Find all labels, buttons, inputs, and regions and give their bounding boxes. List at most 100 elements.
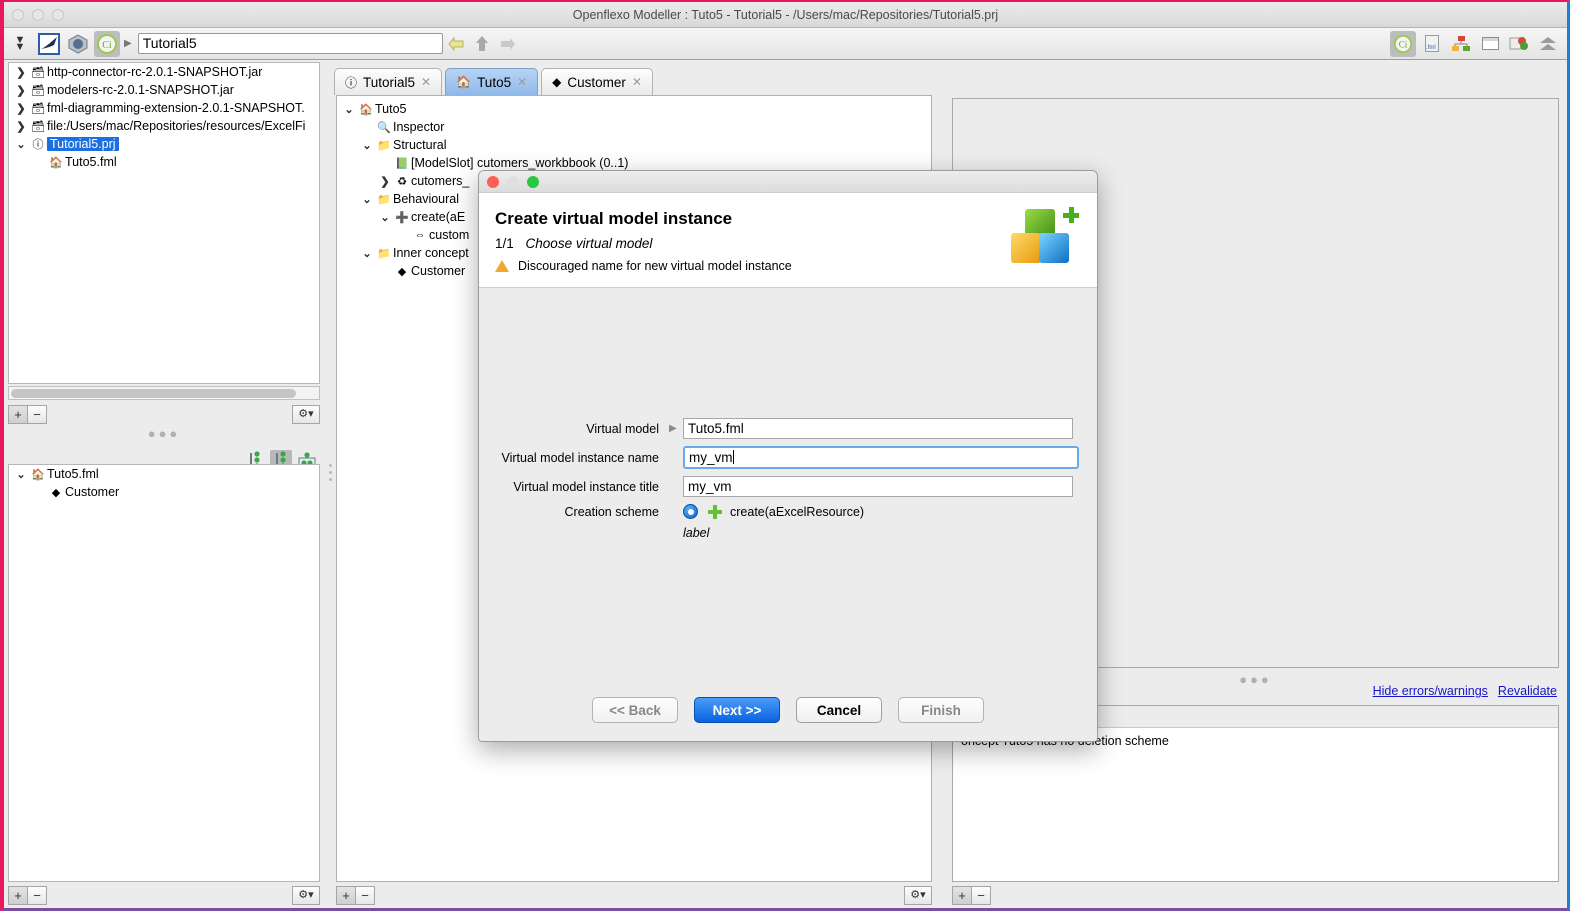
tree-item-icon: 📁 [377, 193, 391, 206]
tab-close-icon[interactable]: ✕ [421, 75, 431, 89]
creation-scheme-radio[interactable] [683, 504, 698, 519]
twisty-collapsed-icon[interactable]: ❯ [377, 175, 393, 188]
tree-item-icon: 🗃 [31, 66, 45, 79]
forward-arrow-icon[interactable] [495, 31, 521, 57]
dialog-header: Create virtual model instance 1/1 Choose… [479, 193, 1097, 288]
twisty-collapsed-icon[interactable]: ❯ [13, 102, 29, 115]
twisty-expanded-icon[interactable]: ⌄ [341, 103, 357, 116]
twisty-expanded-icon[interactable]: ⌄ [359, 193, 375, 206]
cube-yellow [1011, 233, 1041, 263]
creation-scheme-row: Creation scheme create(aExcelResource) [479, 504, 1097, 519]
cube-perspective-icon[interactable] [65, 31, 91, 57]
tree-item-label: Tutorial5.prj [47, 137, 119, 151]
remove-concept-button[interactable]: − [27, 885, 47, 905]
tree-row[interactable]: ⌄ 📁 Structural [337, 136, 931, 154]
concept-options-gear-button[interactable]: ⚙▾ [292, 885, 320, 905]
back-button[interactable]: << Back [592, 697, 678, 723]
add-error-filter-button[interactable]: + [952, 885, 972, 905]
tree-row[interactable]: ⌄ ⓘ Tutorial5.prj [9, 135, 319, 153]
fml-file-icon[interactable] [1419, 31, 1445, 57]
window-title: Openflexo Modeller : Tuto5 - Tutorial5 -… [572, 8, 999, 22]
tree-row[interactable]: ⌄ 🏠 Tuto5 [337, 100, 931, 118]
tree-item-icon: 🔍 [377, 121, 391, 134]
twisty-collapsed-icon[interactable]: ❯ [13, 66, 29, 79]
left-center-splitter[interactable] [326, 442, 334, 502]
scroll-thumb[interactable] [11, 389, 296, 398]
close-window-button[interactable] [12, 9, 24, 21]
tree-item-label: Tuto5.fml [65, 155, 117, 169]
chevrons-down-icon[interactable]: ▼ ▼ [7, 31, 33, 57]
tree-row[interactable]: 🏠 Tuto5.fml [9, 153, 319, 171]
tree-row[interactable]: ❯ 🗃 modelers-rc-2.0.1-SNAPSHOT.jar [9, 81, 319, 99]
tree-row[interactable]: ❯ 🗃 http-connector-rc-2.0.1-SNAPSHOT.jar [9, 63, 319, 81]
path-input[interactable]: Tutorial5 [137, 33, 443, 54]
resource-tree-hscrollbar[interactable] [8, 386, 320, 400]
back-arrow-icon[interactable] [443, 31, 469, 57]
twisty-expanded-icon[interactable]: ⌄ [13, 468, 29, 481]
tree-item-label: Inner concept [393, 246, 469, 260]
maximize-window-button[interactable] [52, 9, 64, 21]
tree-item-icon: ◆ [397, 265, 407, 278]
tab-customer[interactable]: ◆ Customer ✕ [541, 68, 653, 95]
resource-options-gear-button[interactable]: ⚙▾ [292, 404, 320, 424]
tree-item-icon: 📁 [377, 247, 391, 260]
tree-item-icon: 📗 [395, 157, 409, 170]
add-resource-button[interactable]: + [8, 404, 28, 424]
collapse-icon[interactable] [1535, 31, 1561, 57]
center-options-gear-button[interactable]: ⚙▾ [904, 885, 932, 905]
tree-item-label: cutomers_ [411, 174, 470, 188]
next-button[interactable]: Next >> [694, 697, 780, 723]
creation-scheme-label: Creation scheme [564, 504, 660, 519]
resource-tree[interactable]: ❯ 🗃 http-connector-rc-2.0.1-SNAPSHOT.jar ❯ 🗃… [8, 62, 320, 384]
main-toolbar: ▼ ▼ Ci ▶ Tutorial5 Ci .fml [4, 28, 1567, 60]
twisty-expanded-icon[interactable]: ⌄ [359, 139, 375, 152]
remove-element-button[interactable]: − [355, 885, 375, 905]
cancel-button[interactable]: Cancel [796, 697, 882, 723]
openflexo-logo-icon[interactable] [36, 31, 62, 57]
twisty-collapsed-icon[interactable]: ❯ [13, 120, 29, 133]
expand-triangle-icon[interactable]: ▶ [669, 423, 683, 434]
twisty-expanded-icon[interactable]: ⌄ [13, 138, 29, 151]
tree-row[interactable]: ❯ 🗃 fml-diagramming-extension-2.0.1-SNAPSH… [9, 99, 319, 117]
minimize-window-button[interactable] [32, 9, 44, 21]
horizontal-splitter-grip[interactable]: ●●● [4, 426, 324, 441]
remove-resource-button[interactable]: − [27, 404, 47, 424]
finish-button[interactable]: Finish [898, 697, 984, 723]
ci-module-icon[interactable]: Ci [1390, 30, 1416, 57]
window-icon[interactable] [1477, 31, 1503, 57]
remove-error-filter-button[interactable]: − [971, 885, 991, 905]
revalidate-link[interactable]: Revalidate [1498, 684, 1557, 698]
tree-row[interactable]: ⌄ 🏠 Tuto5.fml [9, 465, 319, 483]
tab-close-icon[interactable]: ✕ [632, 75, 642, 89]
tab-tuto5[interactable]: 🏠 Tuto5 ✕ [445, 68, 539, 95]
field-input-virtual-model-instance-name[interactable]: my_vm [683, 446, 1079, 469]
tree-item-label: Tuto5.fml [47, 467, 99, 481]
tree-row[interactable]: ❯ 🗃 file:/Users/mac/Repositories/resources… [9, 117, 319, 135]
hide-errors-link[interactable]: Hide errors/warnings [1373, 684, 1488, 698]
diagram-icon[interactable] [1448, 31, 1474, 57]
add-concept-button[interactable]: + [8, 885, 28, 905]
dialog-minimize-button[interactable] [507, 176, 519, 188]
concept-tree[interactable]: ⌄ 🏠 Tuto5.fml ◆ Customer [8, 464, 320, 882]
tab-tutorial5[interactable]: ⓘ Tutorial5 ✕ [334, 68, 443, 95]
tree-item-label: http-connector-rc-2.0.1-SNAPSHOT.jar [47, 65, 263, 79]
twisty-expanded-icon[interactable]: ⌄ [377, 211, 393, 224]
ci-module-icon[interactable]: Ci [94, 30, 120, 57]
dialog-maximize-button[interactable] [527, 176, 539, 188]
flexo-concept-icon: ◆ [552, 75, 562, 89]
twisty-collapsed-icon[interactable]: ❯ [13, 84, 29, 97]
tree-row[interactable]: 🔍 Inspector [337, 118, 931, 136]
twisty-expanded-icon[interactable]: ⌄ [359, 247, 375, 260]
creation-scheme-value[interactable]: create(aExcelResource) [730, 505, 864, 519]
tab-close-icon[interactable]: ✕ [517, 75, 527, 89]
validation-icon[interactable] [1506, 31, 1532, 57]
up-arrow-icon[interactable] [469, 31, 495, 57]
creation-scheme-sublabel: label [683, 526, 710, 540]
tree-item-label: custom [429, 228, 470, 242]
add-element-button[interactable]: + [336, 885, 356, 905]
field-input-virtual-model[interactable]: Tuto5.fml [683, 418, 1073, 439]
field-input-virtual-model-instance-title[interactable]: my_vm [683, 476, 1073, 497]
dialog-close-button[interactable] [487, 176, 499, 188]
tree-row[interactable]: ◆ Customer [9, 483, 319, 501]
tree-item-icon: 🗃 [31, 84, 45, 97]
